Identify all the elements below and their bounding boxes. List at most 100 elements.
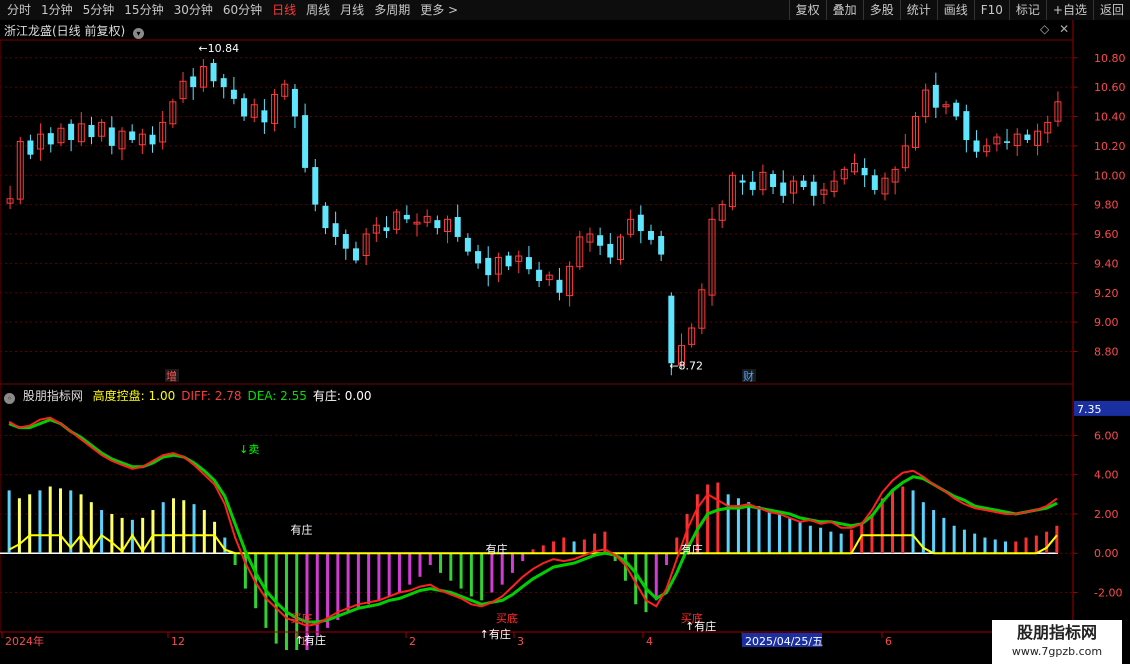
candle-body [861,167,868,176]
candle-body [403,214,410,220]
candle-body [342,234,349,249]
legend-item: DIFF: 2.78 [181,389,242,403]
price-tick-label: 9.40 [1094,257,1119,270]
candle-body [312,167,319,205]
candle-body [149,134,156,145]
toolbar-button[interactable]: 返回 [1092,0,1130,20]
candle-body [597,235,604,246]
period-tab[interactable]: 15分钟 [119,0,168,20]
candle-body [556,279,563,293]
legend-item: 高度控盘: 1.00 [92,389,176,403]
candle-body [647,231,654,240]
price-tick-label: 10.40 [1094,111,1126,124]
sell-annotation: ↓卖 [239,443,259,456]
candle-body [261,110,268,123]
candle-body [1004,141,1011,143]
period-selector: 分时 1分钟 5分钟 15分钟 30分钟 60分钟 日线 周线 月线 多周期 更多 > [2,0,463,20]
time-tick-label: 12 [171,635,185,648]
candle-body [658,235,665,255]
diamond-icon[interactable]: ◇ [1040,22,1049,36]
period-tab[interactable]: 30分钟 [169,0,218,20]
legend-item: DEA: 2.55 [247,389,307,403]
toolbar-button[interactable]: 复权 [788,0,826,20]
period-tab[interactable]: 周线 [301,0,335,20]
candle-body [1024,134,1031,140]
main-chart-title: 浙江龙盛(日线 前复权) ▾ [4,22,148,39]
event-mark: 财 [743,369,754,383]
candle-body [383,227,390,232]
watermark-url: www.7gpzb.com [1011,645,1103,658]
zhuang-up-annotation: ↑有庄 [295,633,326,647]
zhuang-annotation: 有庄 [486,542,508,556]
candle-body [241,98,248,117]
candle-body [505,255,512,267]
candle-body [454,217,461,237]
indicator-name[interactable]: 股朋指标网 [23,389,83,403]
candle-body [475,251,482,264]
high-price-label: ←10.84 [198,42,239,55]
chevron-down-icon[interactable]: ▾ [133,28,145,39]
watermark-title: 股朋指标网 [1016,623,1097,642]
period-tab[interactable]: 分时 [2,0,36,20]
period-tab[interactable]: 月线 [335,0,369,20]
period-tab[interactable]: 5分钟 [78,0,120,20]
candle-body [464,237,471,252]
price-tick-label: 9.00 [1094,316,1119,329]
candle-body [871,175,878,190]
toolbar-button[interactable]: 画线 [936,0,974,20]
candle-body [770,174,777,187]
zhuang-up-annotation: ↑有庄 [480,627,511,641]
price-tick-label: 8.80 [1094,346,1119,359]
price-tick-label: 9.20 [1094,287,1119,300]
zhuang-up-annotation: ↑有庄 [685,619,716,633]
period-tab[interactable]: 日线 [267,0,301,20]
candle-body [47,133,54,145]
price-tick-label: 9.80 [1094,199,1119,212]
time-tick-label: 2025/04/25/五 [745,635,823,648]
indicator-tick-label: 6.00 [1094,429,1119,442]
candle-body [607,243,614,258]
close-icon[interactable]: ✕ [1059,22,1069,36]
candle-body [963,111,970,140]
chart-area[interactable]: 10.80 10.60 10.40 10.20 10.00 9.80 9.60 9.40 9.2… [0,20,1130,664]
toolbar-button[interactable]: 统计 [899,0,937,20]
settings-circle-icon[interactable]: ◦ [4,393,15,404]
candle-body [210,62,217,82]
candle-body [637,214,644,232]
stock-title: 浙江龙盛(日线 前复权) [4,24,126,38]
stock-chart[interactable]: 10.80 10.60 10.40 10.20 10.00 9.80 9.60 9.40 9.2… [0,20,1130,650]
zhuang-annotation: 有庄 [681,542,703,556]
price-tick-label: 10.60 [1094,81,1126,94]
time-tick-label: 2 [409,635,416,648]
zhuang-annotation: 有庄 [290,523,312,537]
legend-item: 有庄: 0.00 [312,389,372,403]
candle-body [129,131,136,140]
event-mark: 增 [166,369,177,383]
indicator-tick-label: 2.00 [1094,508,1119,521]
toolbar-button[interactable]: 多股 [862,0,900,20]
indicator-tick-label: -2.00 [1094,587,1122,600]
current-value-label: 7.35 [1077,403,1102,416]
watermark: 股朋指标网 www.7gpzb.com [992,620,1122,664]
candle-body [668,295,675,364]
candle-body [525,257,532,270]
candle-body [27,140,34,155]
candle-body [230,89,237,99]
period-tab[interactable]: 更多 > [415,0,463,20]
time-tick-label: 3 [517,635,524,648]
toolbar-button[interactable]: 叠加 [825,0,863,20]
candle-body [220,78,227,88]
candle-body [88,124,95,138]
period-tab[interactable]: 多周期 [369,0,415,20]
candle-body [973,140,980,152]
period-tab[interactable]: 1分钟 [36,0,78,20]
low-price-label: ←8.72 [669,359,703,372]
toolbar-button[interactable]: 标记 [1008,0,1046,20]
toolbar-button[interactable]: +自选 [1045,0,1093,20]
chart-tools: ◇ ✕ [1040,22,1069,36]
toolbar-actions: 复权 叠加 多股 统计 画线 F10 标记 +自选 返回 [788,0,1130,20]
toolbar-button[interactable]: F10 [973,0,1009,20]
price-tick-label: 10.20 [1094,140,1126,153]
indicator-tick-label: 0.00 [1094,547,1119,560]
period-tab[interactable]: 60分钟 [218,0,267,20]
